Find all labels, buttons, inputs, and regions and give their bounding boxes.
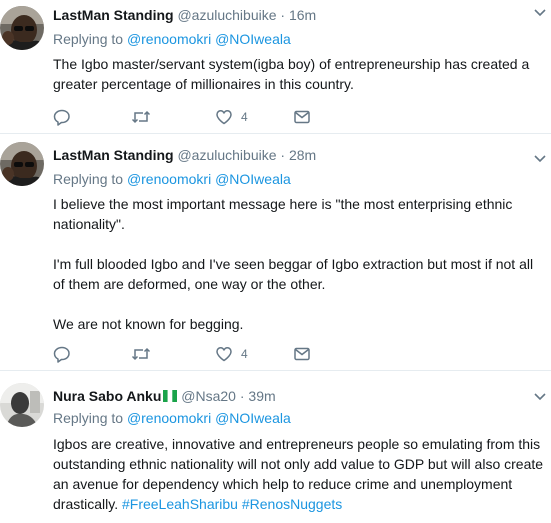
replying-to: Replying to @renoomokri @NOIweala <box>53 29 291 49</box>
replying-to-label: Replying to <box>53 31 124 47</box>
avatar-image <box>0 383 44 427</box>
direct-message-button[interactable] <box>293 107 311 127</box>
reply-icon <box>53 109 70 126</box>
retweet-button[interactable] <box>131 344 151 364</box>
separator: · <box>239 388 245 404</box>
tweet-1[interactable]: LastMan Standing @azuluchibuike · 16m Re… <box>0 0 551 134</box>
retweet-icon <box>131 347 151 361</box>
avatar[interactable] <box>0 6 44 50</box>
tweet-paragraph: I believe the most important message her… <box>53 196 513 232</box>
nigeria-flag-icon <box>163 390 178 402</box>
heart-icon <box>216 110 232 125</box>
envelope-icon <box>294 110 310 124</box>
separator: · <box>280 147 286 163</box>
user-handle[interactable]: @azuluchibuike <box>177 147 276 163</box>
tweet-paragraph: Igbos are creative, innovative and entre… <box>53 434 547 514</box>
timestamp[interactable]: 28m <box>289 147 316 163</box>
reply-feed: LastMan Standing @azuluchibuike · 16m Re… <box>0 0 551 523</box>
tweet-paragraph: The Igbo master/servant system(igba boy)… <box>53 56 530 92</box>
avatar-image <box>0 6 44 50</box>
tweet-header: Nura Sabo Anku @Nsa20 · 39m <box>53 386 276 406</box>
replying-to-label: Replying to <box>53 410 124 426</box>
tweet-header: LastMan Standing @azuluchibuike · 16m <box>53 5 316 25</box>
mention-link[interactable]: @renoomokri <box>127 410 211 426</box>
avatar[interactable] <box>0 383 44 427</box>
mention-link[interactable]: @NOIweala <box>215 31 291 47</box>
envelope-icon <box>294 347 310 361</box>
display-name[interactable]: Nura Sabo Anku <box>53 388 161 404</box>
tweet-text: Igbos are creative, innovative and entre… <box>53 434 547 514</box>
heart-icon <box>216 347 232 362</box>
replying-to: Replying to @renoomokri @NOIweala <box>53 169 291 189</box>
tweet-paragraph: I'm full blooded Igbo and I've seen begg… <box>53 256 534 292</box>
chevron-down-icon[interactable] <box>533 8 547 18</box>
tweet-3[interactable]: Nura Sabo Anku @Nsa20 · 39m Replying to … <box>0 371 551 523</box>
like-count: 4 <box>241 347 248 361</box>
separator: · <box>280 7 286 23</box>
timestamp[interactable]: 16m <box>289 7 316 23</box>
mention-link[interactable]: @NOIweala <box>215 171 291 187</box>
display-name[interactable]: LastMan Standing <box>53 147 174 163</box>
replying-to-label: Replying to <box>53 171 124 187</box>
mention-link[interactable]: @renoomokri <box>127 171 211 187</box>
mention-link[interactable]: @renoomokri <box>127 31 211 47</box>
tweet-text: I believe the most important message her… <box>53 194 547 334</box>
avatar-image <box>0 142 44 186</box>
reply-icon <box>53 346 70 363</box>
retweet-icon <box>131 110 151 124</box>
retweet-button[interactable] <box>131 107 151 127</box>
tweet-header: LastMan Standing @azuluchibuike · 28m <box>53 145 316 165</box>
chevron-down-icon[interactable] <box>533 154 547 164</box>
avatar[interactable] <box>0 142 44 186</box>
reply-button[interactable] <box>53 344 71 364</box>
like-button[interactable]: 4 <box>215 107 248 127</box>
user-handle[interactable]: @azuluchibuike <box>177 7 276 23</box>
timestamp[interactable]: 39m <box>248 388 275 404</box>
direct-message-button[interactable] <box>293 344 311 364</box>
tweet-paragraph: We are not known for begging. <box>53 316 244 332</box>
tweet-2[interactable]: LastMan Standing @azuluchibuike · 28m Re… <box>0 134 551 371</box>
tweet-text: The Igbo master/servant system(igba boy)… <box>53 54 547 94</box>
user-handle[interactable]: @Nsa20 <box>181 388 236 404</box>
hashtag-link[interactable]: #FreeLeahSharibu <box>122 496 238 512</box>
chevron-down-icon[interactable] <box>533 392 547 402</box>
display-name[interactable]: LastMan Standing <box>53 7 174 23</box>
mention-link[interactable]: @NOIweala <box>215 410 291 426</box>
like-button[interactable]: 4 <box>215 344 248 364</box>
like-count: 4 <box>241 110 248 124</box>
hashtag-link[interactable]: #RenosNuggets <box>242 496 342 512</box>
reply-button[interactable] <box>53 107 71 127</box>
replying-to: Replying to @renoomokri @NOIweala <box>53 408 291 428</box>
